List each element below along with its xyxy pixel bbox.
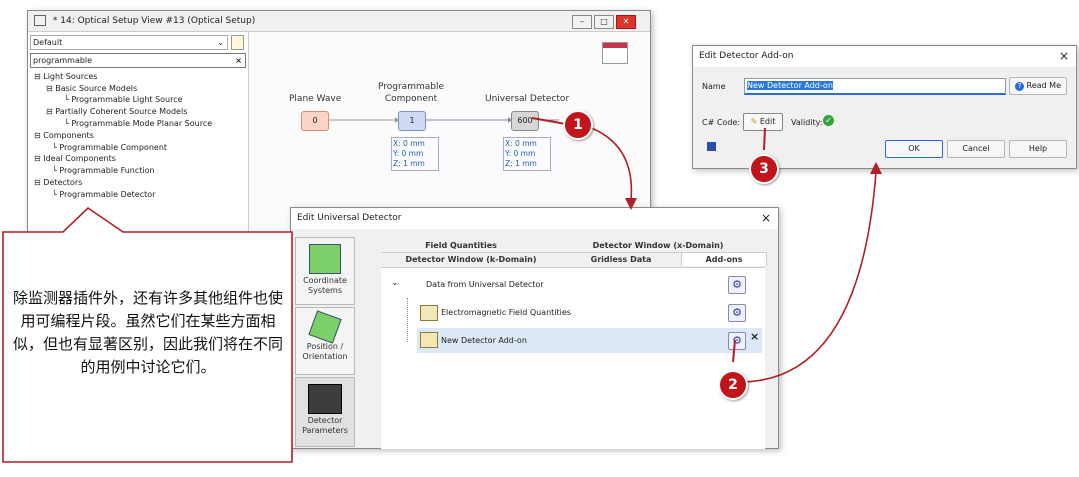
step-badge-1: 1 bbox=[563, 110, 593, 140]
annotation-arrows bbox=[531, 117, 882, 383]
step-badge-3: 3 bbox=[749, 154, 779, 184]
step-badge-2: 2 bbox=[718, 370, 748, 400]
